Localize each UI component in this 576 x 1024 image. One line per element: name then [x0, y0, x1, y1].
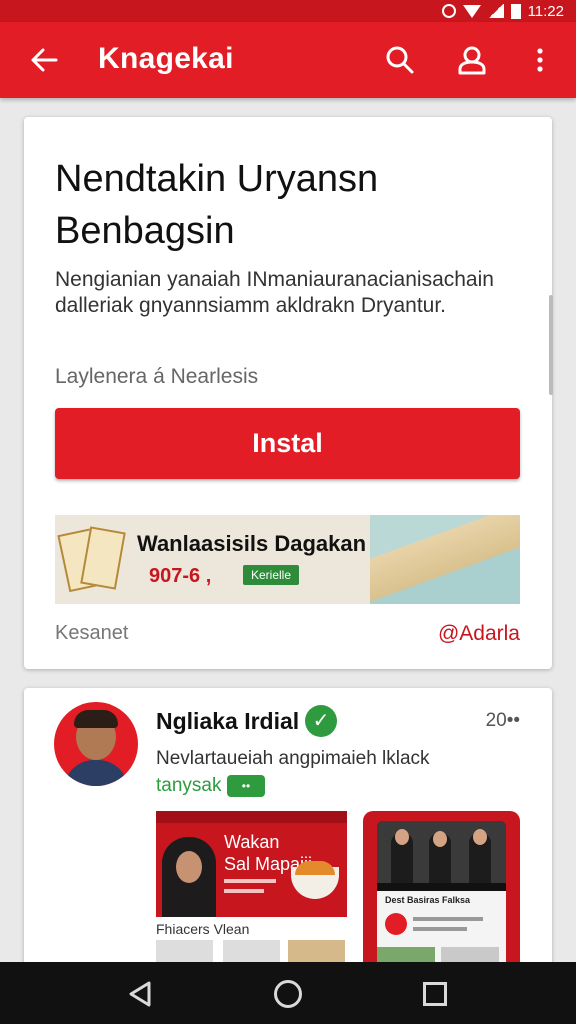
app-title: Nendtakin Uryansn Benbagsin — [55, 153, 515, 257]
map-image — [370, 515, 520, 604]
status-bar: 11:22 — [0, 0, 576, 22]
banner-tag: Kerielle — [243, 565, 300, 585]
post-promo-image[interactable]: Wakan Sal Mapaiii — [156, 811, 347, 917]
video-frame — [377, 821, 506, 883]
wifi-icon — [462, 4, 481, 18]
system-nav-bar — [0, 962, 576, 1024]
search-icon[interactable] — [384, 44, 416, 76]
post-author-name[interactable]: Ngliaka Irdial — [156, 708, 299, 735]
back-arrow-icon[interactable] — [28, 44, 60, 76]
promo-caption: Fhiacers Vlean — [156, 921, 250, 937]
account-icon[interactable] — [456, 44, 488, 76]
phone-feed-title: Dest Basiras Falksa — [385, 895, 471, 905]
card-footer-left: Kesanet — [55, 622, 129, 644]
promo-banner[interactable]: Wanlaasisils Dagakan 907-6 , Kerielle — [55, 515, 520, 604]
card-footer-link[interactable]: @Adarla — [438, 622, 520, 646]
promo-title-line-1: Wakan — [224, 832, 280, 852]
nav-back-icon[interactable] — [128, 981, 152, 1007]
banner-title: Wanlaasisils Dagakan — [137, 531, 367, 556]
nav-recents-icon[interactable] — [423, 982, 447, 1006]
app-bar-title: Knagekai — [98, 42, 234, 75]
app-bar: Knagekai — [0, 22, 576, 98]
post-badge: •• — [227, 775, 265, 797]
signal-icon — [487, 4, 504, 18]
battery-icon — [510, 3, 521, 19]
install-button[interactable]: Instal — [55, 408, 520, 479]
more-vert-icon[interactable] — [524, 44, 556, 76]
scrollbar[interactable] — [549, 295, 553, 395]
verified-check-icon: ✓ — [305, 705, 337, 737]
post-card: Ngliaka Irdial ✓ 20•• Nevlartaueiah angp… — [24, 688, 552, 988]
post-time: 20•• — [485, 710, 520, 731]
cards-image — [57, 525, 126, 597]
post-text: Nevlartaueiah angpimaieh lklack — [156, 748, 430, 769]
app-title-line-2: Benbagsin — [55, 210, 235, 252]
banner-price: 907-6 , — [149, 565, 212, 587]
status-time: 11:22 — [527, 2, 564, 20]
avatar[interactable] — [54, 702, 138, 786]
app-description: Nengianian yanaiah INmaniauranacianisach… — [55, 268, 494, 317]
app-card: Nendtakin Uryansn Benbagsin Nengianian y… — [24, 117, 552, 669]
app-meta: Laylenera á Nearlesis — [55, 365, 259, 388]
post-link[interactable]: tanysak — [156, 775, 221, 797]
nav-home-icon[interactable] — [274, 980, 302, 1008]
alarm-icon — [441, 4, 456, 18]
app-title-line-1: Nendtakin Uryansn — [55, 158, 379, 200]
